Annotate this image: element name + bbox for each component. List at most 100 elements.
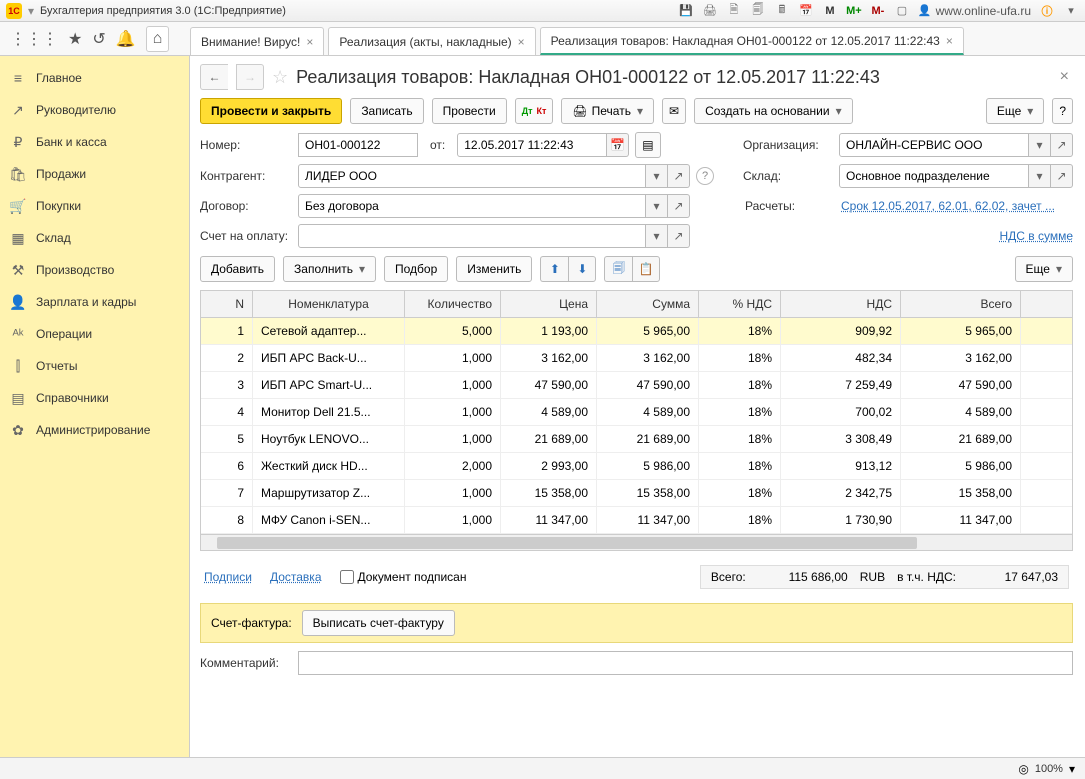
tab-close-2[interactable]: ×: [946, 34, 953, 48]
sidebar-item-1[interactable]: ↗Руководителю: [0, 94, 189, 126]
more-button[interactable]: Еще ▾: [986, 98, 1044, 124]
close-doc-button[interactable]: ×: [1056, 68, 1073, 86]
dk-icon-button[interactable]: ДтКт: [515, 98, 554, 124]
doctype-button[interactable]: ▤: [635, 132, 660, 158]
comment-input[interactable]: [298, 651, 1073, 675]
create-on-button[interactable]: Создать на основании ▾: [694, 98, 853, 124]
contragent-dropdown-icon[interactable]: ▾: [646, 164, 668, 188]
paste-button[interactable]: 📋: [632, 256, 660, 282]
invoice-input[interactable]: [298, 224, 646, 248]
signatures-link[interactable]: Подписи: [204, 570, 252, 584]
contragent-open-icon[interactable]: ↗: [668, 164, 690, 188]
email-button[interactable]: ✉: [662, 98, 686, 124]
help-button[interactable]: ?: [1052, 98, 1073, 124]
write-invoice-button[interactable]: Выписать счет-фактуру: [302, 610, 455, 636]
invoice-open-icon[interactable]: ↗: [668, 224, 690, 248]
tab-close-0[interactable]: ×: [306, 35, 313, 49]
date-input[interactable]: [457, 133, 607, 157]
favorite-icon[interactable]: ★: [68, 29, 82, 49]
table-row[interactable]: 7Маршрутизатор Z...1,00015 358,0015 358,…: [201, 480, 1072, 507]
col-total[interactable]: Всего: [901, 291, 1021, 317]
sidebar-item-2[interactable]: ₽Банк и касса: [0, 126, 189, 158]
sidebar-item-11[interactable]: ✿Администрирование: [0, 414, 189, 446]
post-button[interactable]: Провести: [432, 98, 507, 124]
table-row[interactable]: 3ИБП APC Smart-U...1,00047 590,0047 590,…: [201, 372, 1072, 399]
tab-2[interactable]: Реализация товаров: Накладная ОН01-00012…: [540, 27, 964, 55]
change-button[interactable]: Изменить: [456, 256, 532, 282]
fill-button[interactable]: Заполнить ▾: [283, 256, 376, 282]
col-price[interactable]: Цена: [501, 291, 597, 317]
info-icon[interactable]: ⓘ: [1039, 3, 1055, 19]
memory-mminus-icon[interactable]: M-: [870, 3, 886, 19]
table-row[interactable]: 6Жесткий диск HD...2,0002 993,005 986,00…: [201, 453, 1072, 480]
number-input[interactable]: [298, 133, 418, 157]
compare-icon[interactable]: 🗐: [750, 3, 766, 19]
nav-back-button[interactable]: ←: [200, 64, 228, 90]
table-row[interactable]: 8МФУ Canon i-SEN...1,00011 347,0011 347,…: [201, 507, 1072, 534]
write-button[interactable]: Записать: [350, 98, 423, 124]
sidebar-item-7[interactable]: 👤Зарплата и кадры: [0, 286, 189, 318]
tab-1[interactable]: Реализация (акты, накладные)×: [328, 27, 535, 55]
sidebar-item-6[interactable]: ⚒Производство: [0, 254, 189, 286]
col-vat[interactable]: НДС: [781, 291, 901, 317]
apps-icon[interactable]: ⋮⋮⋮: [10, 29, 58, 49]
memory-m-icon[interactable]: M: [822, 3, 838, 19]
calendar-icon[interactable]: 📅: [798, 3, 814, 19]
col-vatpercent[interactable]: % НДС: [699, 291, 781, 317]
pick-button[interactable]: Подбор: [384, 256, 448, 282]
org-input[interactable]: [839, 133, 1029, 157]
print-icon[interactable]: 🖨: [702, 3, 718, 19]
sidebar-item-3[interactable]: 🛍Продажи: [0, 158, 189, 190]
nav-forward-button[interactable]: →: [236, 64, 264, 90]
save-icon[interactable]: 💾: [678, 3, 694, 19]
sidebar-item-5[interactable]: ▦Склад: [0, 222, 189, 254]
tab-close-1[interactable]: ×: [518, 35, 525, 49]
invoice-dropdown-icon[interactable]: ▾: [646, 224, 668, 248]
sklad-open-icon[interactable]: ↗: [1051, 164, 1073, 188]
calc-icon[interactable]: 🖩: [774, 3, 790, 19]
tab-0[interactable]: Внимание! Вирус!×: [190, 27, 324, 55]
history-icon[interactable]: ↺: [92, 29, 105, 49]
signed-checkbox[interactable]: Документ подписан: [340, 570, 467, 584]
horizontal-scrollbar[interactable]: [201, 534, 1072, 550]
move-up-button[interactable]: ⬆: [540, 256, 568, 282]
copy-button[interactable]: 🗐: [604, 256, 632, 282]
table-row[interactable]: 4Монитор Dell 21.5...1,0004 589,004 589,…: [201, 399, 1072, 426]
sidebar-item-9[interactable]: ⫿Отчеты: [0, 350, 189, 382]
preview-icon[interactable]: 🗎: [726, 3, 742, 19]
table-row[interactable]: 1Сетевой адаптер...5,0001 193,005 965,00…: [201, 318, 1072, 345]
contract-dropdown-icon[interactable]: ▾: [646, 194, 668, 218]
window-menu-icon[interactable]: ▾: [1063, 3, 1079, 19]
delivery-link[interactable]: Доставка: [270, 570, 322, 584]
grid-more-button[interactable]: Еще ▾: [1015, 256, 1073, 282]
sidebar-item-10[interactable]: ▤Справочники: [0, 382, 189, 414]
sklad-input[interactable]: [839, 164, 1029, 188]
contract-input[interactable]: [298, 194, 646, 218]
post-close-button[interactable]: Провести и закрыть: [200, 98, 342, 124]
sklad-dropdown-icon[interactable]: ▾: [1029, 164, 1051, 188]
contragent-help-icon[interactable]: ?: [696, 167, 714, 185]
print-button[interactable]: 🖨 Печать ▾: [561, 98, 654, 124]
calendar-button[interactable]: 📅: [607, 133, 629, 157]
contract-open-icon[interactable]: ↗: [668, 194, 690, 218]
dropdown-icon[interactable]: ▾: [28, 4, 34, 18]
col-nomenclature[interactable]: Номенклатура: [253, 291, 405, 317]
org-open-icon[interactable]: ↗: [1051, 133, 1073, 157]
star-icon[interactable]: ☆: [272, 67, 288, 88]
col-qty[interactable]: Количество: [405, 291, 501, 317]
notifications-icon[interactable]: 🔔: [116, 29, 136, 49]
table-row[interactable]: 5Ноутбук LENOVO...1,00021 689,0021 689,0…: [201, 426, 1072, 453]
col-sum[interactable]: Сумма: [597, 291, 699, 317]
calc-link[interactable]: Срок 12.05.2017, 62.01, 62.02, зачет ...: [841, 199, 1073, 213]
col-n[interactable]: N: [201, 291, 253, 317]
window-icon[interactable]: ▢: [894, 3, 910, 19]
zoom-target-icon[interactable]: ◎: [1018, 762, 1028, 776]
vat-link[interactable]: НДС в сумме: [999, 229, 1073, 243]
add-row-button[interactable]: Добавить: [200, 256, 275, 282]
sidebar-item-8[interactable]: ᴬᵏОперации: [0, 318, 189, 350]
sidebar-item-4[interactable]: 🛒Покупки: [0, 190, 189, 222]
table-row[interactable]: 2ИБП APC Back-U...1,0003 162,003 162,001…: [201, 345, 1072, 372]
sidebar-item-0[interactable]: ≡Главное: [0, 62, 189, 94]
user-label[interactable]: 👤 www.online-ufa.ru: [918, 4, 1031, 18]
org-dropdown-icon[interactable]: ▾: [1029, 133, 1051, 157]
